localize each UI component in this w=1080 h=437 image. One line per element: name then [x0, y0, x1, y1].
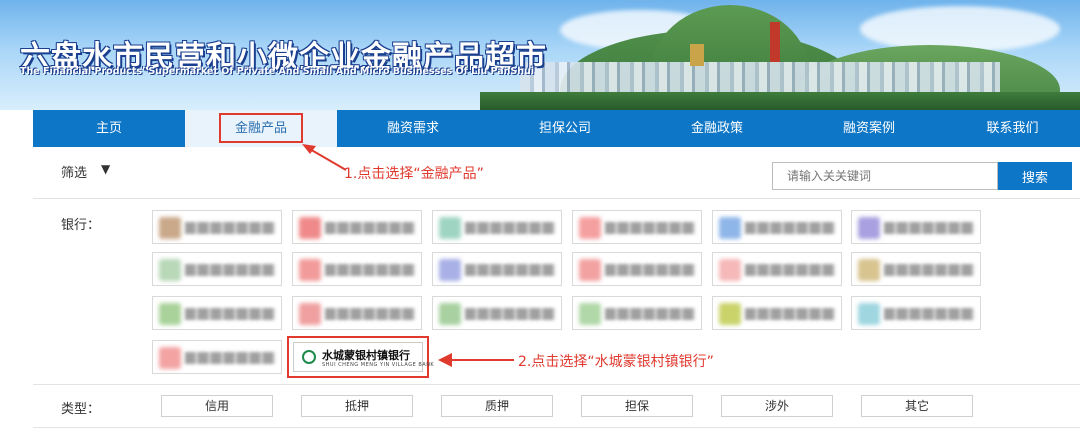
bank-name-blurred: [465, 264, 555, 276]
bank-tile[interactable]: [152, 296, 282, 330]
bank-tile[interactable]: [152, 340, 282, 374]
bank-name-blurred: [745, 308, 835, 320]
nav-item-home[interactable]: 主页: [33, 110, 185, 147]
nav-item-financing-needs[interactable]: 融资需求: [337, 110, 489, 147]
highlight-financial-products: [219, 113, 303, 143]
type-guarantee-button[interactable]: 担保: [581, 395, 693, 417]
bank-logo-icon: [439, 217, 461, 239]
bank-tile[interactable]: [851, 252, 981, 286]
bank-name-blurred: [185, 308, 275, 320]
nav-item-guarantee-companies[interactable]: 担保公司: [489, 110, 641, 147]
nav-item-financing-cases[interactable]: 融资案例: [793, 110, 945, 147]
bank-tile[interactable]: [572, 296, 702, 330]
bank-logo-icon: [299, 217, 321, 239]
bank-tile[interactable]: [712, 252, 842, 286]
bank-logo-icon: [579, 303, 601, 325]
bank-logo-icon: [858, 217, 880, 239]
bank-logo-icon: [159, 259, 181, 281]
bank-logo-icon: [719, 303, 741, 325]
bank-tile[interactable]: [432, 296, 562, 330]
type-other-button[interactable]: 其它: [861, 395, 973, 417]
bank-tile[interactable]: [712, 296, 842, 330]
filter-toggle-icon[interactable]: ▼: [101, 162, 110, 176]
bank-logo-icon: [858, 303, 880, 325]
bank-tile[interactable]: [851, 296, 981, 330]
callout-step-1: 1.点击选择“金融产品”: [344, 166, 484, 182]
divider: [33, 427, 1080, 428]
bank-name: 水城蒙银村镇银行: [322, 349, 410, 362]
bank-name-blurred: [185, 352, 275, 364]
divider: [33, 198, 1080, 199]
bank-name-blurred: [185, 222, 275, 234]
nav-item-contact-us[interactable]: 联系我们: [945, 110, 1080, 147]
bank-name-blurred: [605, 264, 695, 276]
bank-tile[interactable]: [292, 210, 422, 244]
site-subtitle: The Financial Products' Supermarket Of P…: [20, 66, 535, 77]
bank-label: 银行：: [61, 218, 101, 233]
bank-name-blurred: [185, 264, 275, 276]
bank-logo-icon: [858, 259, 880, 281]
bank-tile[interactable]: [292, 252, 422, 286]
bank-logo-icon: [299, 303, 321, 325]
type-mortgage-button[interactable]: 抵押: [301, 395, 413, 417]
bank-logo-icon: [159, 217, 181, 239]
bank-name-blurred: [605, 308, 695, 320]
bank-name-blurred: [325, 308, 415, 320]
bank-english-name: SHUI CHENG MENG YIN VILLAGE BANK: [322, 362, 435, 368]
bank-tile[interactable]: [712, 210, 842, 244]
bank-logo-icon: [302, 350, 316, 364]
bank-logo-icon: [159, 347, 181, 369]
header-banner: 六盘水市民营和小微企业金融产品超市 The Financial Products…: [0, 0, 1080, 110]
divider: [33, 384, 1080, 385]
type-label: 类型：: [61, 402, 101, 417]
bank-logo-icon: [439, 259, 461, 281]
search-button[interactable]: 搜索: [998, 162, 1072, 190]
bank-logo-icon: [579, 259, 601, 281]
type-foreign-button[interactable]: 涉外: [721, 395, 833, 417]
bank-name-blurred: [605, 222, 695, 234]
bank-tile-shuicheng[interactable]: 水城蒙银村镇银行 SHUI CHENG MENG YIN VILLAGE BAN…: [287, 336, 434, 378]
bank-logo-icon: [579, 217, 601, 239]
callout-arrow-2-icon: [438, 353, 514, 367]
nav-item-financial-policy[interactable]: 金融政策: [641, 110, 793, 147]
type-credit-button[interactable]: 信用: [161, 395, 273, 417]
filter-label: 筛选: [61, 166, 88, 181]
callout-arrow-1-icon: [302, 144, 347, 171]
bank-tile[interactable]: [851, 210, 981, 244]
tower-icon: [770, 22, 780, 62]
bank-tile[interactable]: [292, 296, 422, 330]
search-input[interactable]: [772, 162, 998, 190]
bank-logo-icon: [719, 217, 741, 239]
bank-tile[interactable]: [152, 252, 282, 286]
bank-name-blurred: [465, 222, 555, 234]
bank-name-blurred: [884, 222, 974, 234]
bank-tile[interactable]: [152, 210, 282, 244]
type-pledge-button[interactable]: 质押: [441, 395, 553, 417]
main-nav: 主页 金融产品 融资需求 担保公司 金融政策 融资案例 联系我们: [33, 110, 1080, 147]
bank-tile[interactable]: [432, 252, 562, 286]
bank-name-blurred: [745, 222, 835, 234]
bank-name-blurred: [325, 222, 415, 234]
callout-step-2: 2.点击选择“水城蒙银村镇银行”: [518, 354, 714, 370]
bank-logo-icon: [719, 259, 741, 281]
bank-tile[interactable]: [572, 252, 702, 286]
pavilion-icon: [690, 44, 704, 66]
bank-name-blurred: [884, 264, 974, 276]
bank-name-blurred: [745, 264, 835, 276]
bank-name-blurred: [884, 308, 974, 320]
bank-logo-icon: [439, 303, 461, 325]
bank-tile[interactable]: [432, 210, 562, 244]
bank-name-blurred: [325, 264, 415, 276]
bank-name-blurred: [465, 308, 555, 320]
bank-logo-icon: [299, 259, 321, 281]
bank-logo-icon: [159, 303, 181, 325]
bank-tile[interactable]: [572, 210, 702, 244]
